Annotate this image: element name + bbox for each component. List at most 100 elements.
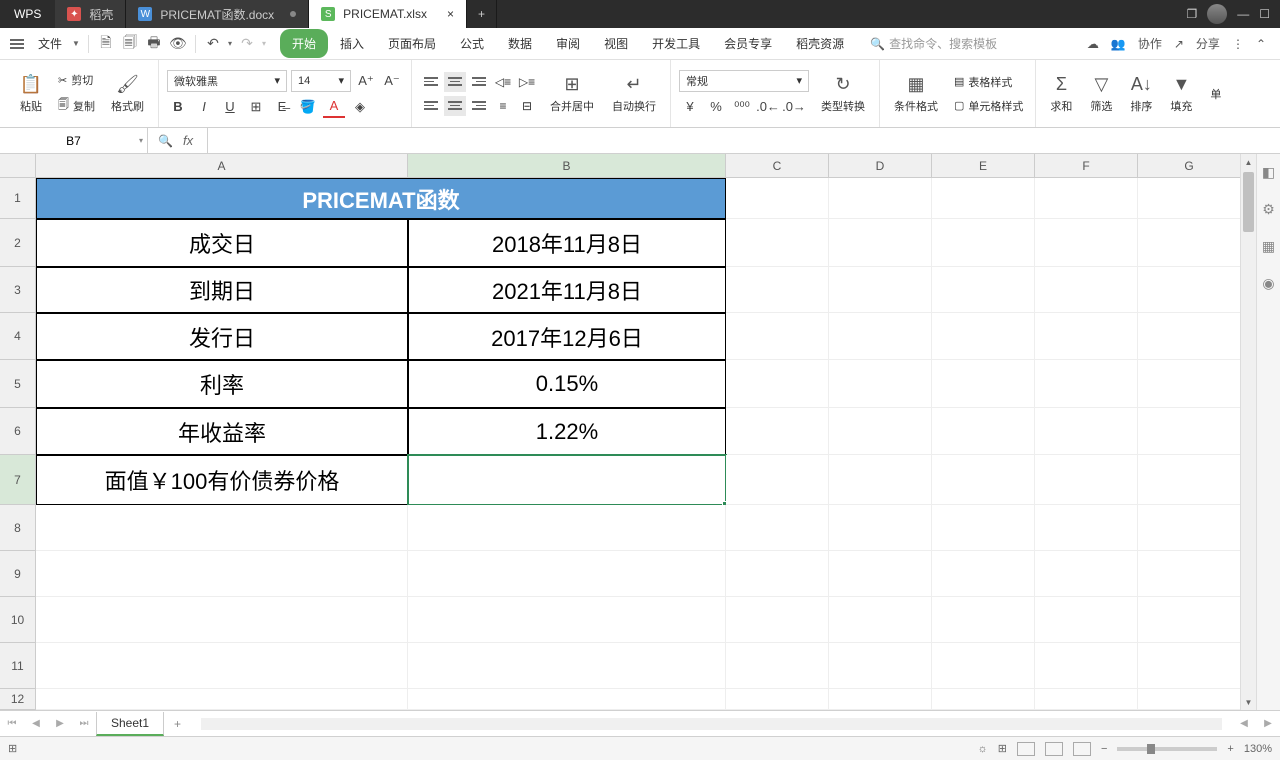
distribute[interactable]: ⊟: [516, 96, 538, 116]
sheet-nav-last[interactable]: ⏭: [72, 718, 96, 729]
tab-daoke[interactable]: ✦ 稻壳: [55, 0, 126, 28]
col-header-D[interactable]: D: [829, 154, 932, 178]
cell[interactable]: [1138, 313, 1240, 360]
align-center[interactable]: [444, 96, 466, 116]
cell[interactable]: [1138, 597, 1240, 643]
number-format-select[interactable]: 常规▾: [679, 70, 809, 92]
cell[interactable]: [1138, 551, 1240, 597]
cell[interactable]: [932, 267, 1035, 313]
cell[interactable]: [932, 408, 1035, 455]
cell[interactable]: [829, 178, 932, 219]
cell[interactable]: [726, 267, 829, 313]
cell[interactable]: [726, 360, 829, 408]
cell[interactable]: [726, 455, 829, 505]
chevron-down-icon[interactable]: ▾: [262, 39, 266, 48]
cell[interactable]: [932, 643, 1035, 689]
undo-icon[interactable]: ↶: [204, 35, 222, 53]
tab-daoke[interactable]: 稻壳资源: [784, 29, 856, 58]
cell[interactable]: [726, 597, 829, 643]
row-header-4[interactable]: 4: [0, 313, 36, 360]
cell[interactable]: 年收益率: [36, 408, 408, 455]
file-menu[interactable]: 文件: [34, 35, 66, 52]
cell-ref-input[interactable]: [0, 134, 147, 148]
indent-inc[interactable]: ▷≡: [516, 72, 538, 92]
view-page[interactable]: [1045, 742, 1063, 756]
font-name-select[interactable]: 微软雅黑▾: [167, 70, 287, 92]
cell[interactable]: 0.15%: [408, 360, 726, 408]
fx-icon[interactable]: fx: [183, 133, 193, 148]
cell[interactable]: [829, 360, 932, 408]
align-middle[interactable]: [444, 72, 466, 92]
cell[interactable]: [36, 505, 408, 551]
sheet-nav-first[interactable]: ⏮: [0, 718, 24, 729]
redo-icon[interactable]: ↷: [238, 35, 256, 53]
cell[interactable]: 2018年11月8日: [408, 219, 726, 267]
cell[interactable]: [1035, 313, 1138, 360]
cell[interactable]: [726, 505, 829, 551]
cell[interactable]: [36, 551, 408, 597]
cell[interactable]: [36, 597, 408, 643]
cell[interactable]: [726, 313, 829, 360]
cell[interactable]: [1138, 689, 1240, 710]
saveas-icon[interactable]: 🗐: [121, 35, 139, 53]
dec-decimal[interactable]: .0→: [783, 96, 805, 118]
cell[interactable]: [1035, 551, 1138, 597]
cell[interactable]: [1035, 597, 1138, 643]
single-button[interactable]: 单: [1204, 82, 1227, 106]
chevron-down-icon[interactable]: ▾: [228, 39, 232, 48]
row-header-2[interactable]: 2: [0, 219, 36, 267]
more-icon[interactable]: ⋮: [1232, 37, 1244, 51]
select-all-corner[interactable]: [0, 154, 36, 178]
row-header-5[interactable]: 5: [0, 360, 36, 408]
cell[interactable]: [932, 597, 1035, 643]
row-header-6[interactable]: 6: [0, 408, 36, 455]
cell[interactable]: [829, 408, 932, 455]
cell[interactable]: [829, 267, 932, 313]
cell[interactable]: 到期日: [36, 267, 408, 313]
cell[interactable]: [932, 219, 1035, 267]
align-bottom[interactable]: [468, 72, 490, 92]
cell[interactable]: [726, 178, 829, 219]
tab-formula[interactable]: 公式: [448, 29, 496, 58]
justify[interactable]: ≡: [492, 96, 514, 116]
cell[interactable]: 发行日: [36, 313, 408, 360]
tab-xlsx-active[interactable]: S PRICEMAT.xlsx ×: [309, 0, 467, 28]
window-icon[interactable]: ❐: [1186, 7, 1197, 21]
col-header-G[interactable]: G: [1138, 154, 1240, 178]
cell-style[interactable]: ▢单元格样式: [950, 96, 1027, 116]
cell[interactable]: [36, 643, 408, 689]
minimize-icon[interactable]: —: [1237, 7, 1249, 21]
cell[interactable]: [408, 455, 726, 505]
cell[interactable]: [932, 178, 1035, 219]
coop-button[interactable]: 协作: [1138, 35, 1162, 52]
cell[interactable]: [408, 689, 726, 710]
cell[interactable]: [829, 505, 932, 551]
increase-font-icon[interactable]: A⁺: [355, 70, 377, 92]
cell[interactable]: [1035, 219, 1138, 267]
clear-format-button[interactable]: ◈: [349, 96, 371, 118]
expand-icon[interactable]: ⌃: [1256, 37, 1266, 51]
col-header-A[interactable]: A: [36, 154, 408, 178]
save-icon[interactable]: 🗎: [97, 35, 115, 53]
cell[interactable]: [1035, 267, 1138, 313]
scroll-left-icon[interactable]: ◀: [1232, 718, 1256, 729]
row-header-3[interactable]: 3: [0, 267, 36, 313]
cell[interactable]: [726, 408, 829, 455]
cell[interactable]: [1035, 408, 1138, 455]
scroll-down-icon[interactable]: ▼: [1241, 694, 1256, 710]
tab-docx[interactable]: W PRICEMAT函数.docx: [126, 0, 309, 28]
cut-button[interactable]: ✂剪切: [54, 70, 99, 90]
spreadsheet-grid[interactable]: ABCDEFG 123456789101112 PRICEMAT函数成交日201…: [0, 154, 1240, 710]
chevron-down-icon[interactable]: ▼: [72, 39, 80, 48]
cell[interactable]: [1035, 360, 1138, 408]
share-button[interactable]: 分享: [1196, 35, 1220, 52]
sort-button[interactable]: A↓排序: [1124, 70, 1158, 118]
cell[interactable]: [1138, 505, 1240, 551]
cell[interactable]: [726, 219, 829, 267]
tab-start[interactable]: 开始: [280, 29, 328, 58]
cell[interactable]: [36, 689, 408, 710]
add-sheet-button[interactable]: +: [164, 713, 191, 735]
scroll-right-icon[interactable]: ▶: [1256, 718, 1280, 729]
cell[interactable]: [932, 505, 1035, 551]
chevron-down-icon[interactable]: ▾: [139, 136, 143, 145]
